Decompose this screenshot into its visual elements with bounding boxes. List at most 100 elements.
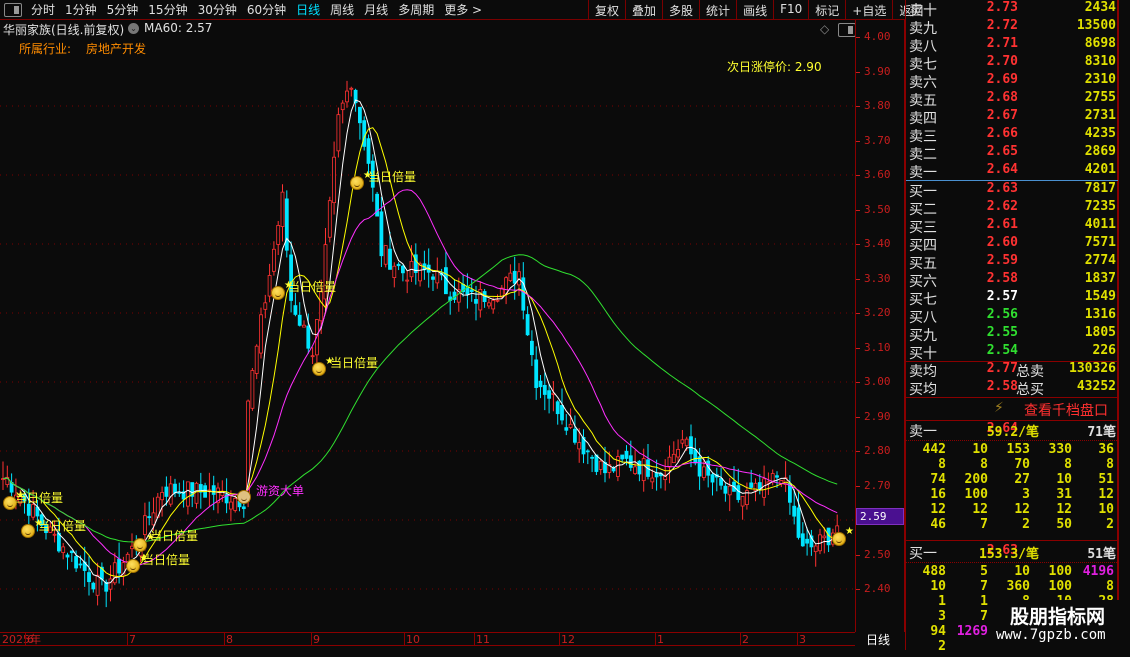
period-tab[interactable]: 多周期 — [393, 1, 439, 18]
toolbar-button[interactable]: 统计 — [699, 0, 736, 20]
lightning-icon: ⚡ — [994, 400, 1004, 416]
axis-tick — [856, 140, 860, 142]
book-row[interactable]: 买五 2.59 2774 — [906, 253, 1119, 272]
book-row[interactable]: 买六 2.58 1837 — [906, 271, 1119, 290]
candle — [336, 114, 341, 152]
book-row[interactable]: 买十 2.54 226 — [906, 343, 1119, 362]
period-tab[interactable]: 日线 — [291, 1, 325, 18]
book-row[interactable]: 卖二 2.65 2869 — [906, 144, 1119, 163]
dotted-divider — [906, 562, 1119, 563]
book-row[interactable]: 卖六 2.69 2310 — [906, 72, 1119, 91]
toolbar-button[interactable]: F10 — [773, 0, 808, 20]
book-row[interactable]: 买七 2.57 1549 — [906, 289, 1119, 308]
total-label: 总卖 — [1016, 364, 1044, 380]
queue-order: 330 — [1048, 442, 1072, 457]
date-label: 12 — [559, 633, 575, 646]
level-label: 卖七 — [909, 57, 937, 73]
toolbar-button[interactable]: 画线 — [736, 0, 773, 20]
queue-order: 5 — [980, 564, 988, 579]
candle — [775, 475, 779, 478]
period-tab[interactable]: 15分钟 — [143, 1, 192, 18]
queue-order: 7 — [980, 609, 988, 624]
queue-order: 31 — [1056, 487, 1072, 502]
candle — [573, 428, 577, 443]
candle — [805, 538, 809, 544]
book-row[interactable]: 买二 2.62 7235 — [906, 199, 1119, 218]
queue-order: 10 — [972, 442, 988, 457]
candle — [555, 401, 560, 415]
candle — [74, 556, 78, 569]
book-row[interactable]: 买九 2.55 1805 — [906, 325, 1119, 344]
double-volume-signal: 当日倍量 — [15, 491, 64, 505]
queue-order: 16 — [930, 487, 946, 502]
queue-order: 51 — [1098, 472, 1114, 487]
axis-tick — [856, 106, 860, 107]
toolbar-button[interactable]: 标记 — [808, 0, 845, 20]
toolbar-button[interactable]: +自选 — [845, 0, 892, 20]
book-row[interactable]: 卖四 2.67 2731 — [906, 108, 1119, 127]
price-label: 2.80 — [864, 444, 891, 457]
candle — [284, 198, 289, 251]
period-tab[interactable]: 更多 > — [439, 1, 487, 18]
period-tab[interactable]: 分时 — [26, 1, 60, 18]
book-row[interactable]: 买四 2.60 7571 — [906, 235, 1119, 254]
level-label: 买十 — [909, 346, 937, 362]
panel-toggle-icon[interactable] — [4, 2, 22, 17]
axis-tick — [856, 451, 860, 452]
candle — [280, 191, 285, 228]
kline-chart[interactable] — [0, 20, 855, 632]
candle — [435, 270, 440, 284]
period-tab[interactable]: 60分钟 — [242, 1, 291, 18]
candle — [306, 325, 311, 349]
candle — [340, 102, 345, 111]
current-price-marker: 2.59 — [856, 508, 904, 525]
star-icon: ★ — [845, 526, 854, 537]
book-row[interactable]: 卖七 2.70 8310 — [906, 54, 1119, 73]
candle — [293, 305, 298, 315]
candle — [689, 436, 693, 455]
book-row[interactable]: 卖均 2.77 130326 总卖 — [906, 361, 1119, 380]
toolbar-button[interactable]: 多股 — [662, 0, 699, 20]
candle — [727, 485, 732, 496]
book-row[interactable]: 卖八 2.71 8698 — [906, 36, 1119, 55]
candle — [736, 485, 741, 500]
book-row[interactable]: 买一 2.63 7817 — [906, 181, 1119, 200]
book-row[interactable]: 卖九 2.72 13500 — [906, 18, 1119, 37]
level-volume: 7235 — [1084, 199, 1116, 214]
level-price: 2.57 — [986, 289, 1018, 304]
period-tab[interactable]: 月线 — [359, 1, 393, 18]
period-tab[interactable]: 1分钟 — [60, 1, 102, 18]
period-tab[interactable]: 30分钟 — [193, 1, 242, 18]
candle — [530, 340, 534, 356]
ma20-line — [2, 189, 838, 566]
toolbar-button[interactable]: 叠加 — [625, 0, 662, 20]
queue-order: 74 — [930, 472, 946, 487]
book-row[interactable]: 卖十 2.73 2434 — [906, 0, 1119, 19]
toolbar-button[interactable]: 复权 — [588, 0, 625, 20]
thousand-level-link[interactable]: 查看千档盘口 — [1024, 400, 1108, 420]
period-tab[interactable]: 周线 — [325, 1, 359, 18]
candle — [637, 460, 642, 475]
book-row[interactable]: 卖三 2.66 4235 — [906, 126, 1119, 145]
period-tab[interactable]: 5分钟 — [102, 1, 144, 18]
level-volume: 8698 — [1084, 36, 1116, 51]
watermark-name: 股朋指标网 — [1010, 606, 1106, 628]
book-row[interactable]: 买八 2.56 1316 — [906, 307, 1119, 326]
queue-order: 1 — [980, 594, 988, 609]
candle — [504, 277, 509, 295]
book-row[interactable]: 买三 2.61 4011 — [906, 217, 1119, 236]
level-volume: 2434 — [1084, 0, 1116, 15]
queue-count: 51笔 — [1087, 547, 1116, 562]
ma60-line — [2, 254, 838, 543]
smiley-icon — [271, 286, 285, 300]
book-row[interactable]: 买均 2.58 43252 总买 — [906, 379, 1119, 398]
book-row[interactable]: 卖一 2.64 4201 — [906, 162, 1119, 181]
candle — [173, 483, 177, 494]
price-label: 2.90 — [864, 409, 891, 423]
queue-order: 12 — [972, 502, 988, 517]
candle — [590, 456, 594, 459]
book-row[interactable]: 卖五 2.68 2755 — [906, 90, 1119, 109]
candle — [164, 486, 169, 497]
level-volume: 7817 — [1084, 181, 1116, 196]
candle — [671, 453, 676, 464]
